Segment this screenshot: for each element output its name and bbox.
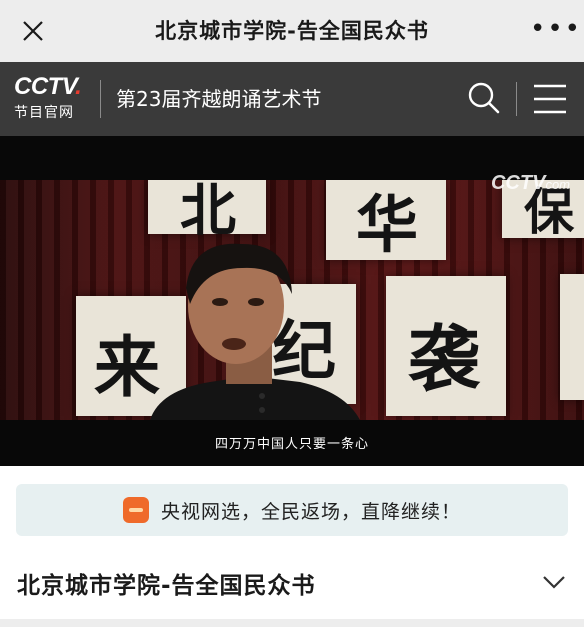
speaker-figure: [150, 243, 360, 420]
search-icon: [468, 82, 500, 114]
cctv-site-header: CCTV. 节目官网 第23届齐越朗诵艺术节: [0, 62, 584, 136]
video-subtitle: 四万万中国人只要一条心: [214, 437, 369, 452]
expand-button[interactable]: [540, 570, 568, 594]
search-button[interactable]: [466, 80, 502, 116]
page-title: 北京城市学院-告全国民众书: [155, 19, 429, 43]
chevron-down-icon: [543, 576, 565, 589]
header-divider: [100, 80, 101, 118]
video-player[interactable]: 北 华 保 来 纪 袭 CCTVcom 四万万中国人只要一条心: [0, 136, 584, 466]
logo-wordmark: CCTV: [14, 73, 76, 100]
hamburger-menu-icon: [534, 84, 566, 114]
article-title: 北京城市学院-告全国民众书: [17, 573, 316, 599]
watermark-suffix: com: [545, 177, 570, 192]
promo-text: 央视网选，全民返场，直降继续！: [160, 500, 461, 523]
banner-paper: 袭: [386, 276, 506, 416]
video-frame: 北 华 保 来 纪 袭: [0, 180, 584, 420]
cctv-shop-icon: [122, 497, 149, 523]
program-title: 第23届齐越朗诵艺术节: [116, 87, 322, 111]
banner-glyph: 北: [180, 180, 236, 244]
logo-dot: .: [75, 73, 82, 100]
watermark-text: CCTV: [490, 172, 546, 194]
cctv-logo[interactable]: CCTV. 节目官网: [14, 75, 94, 123]
top-nav-bar: 北京城市学院-告全国民众书 •••: [0, 0, 584, 62]
cctv-watermark: CCTVcom: [491, 172, 570, 195]
banner-glyph: 袭: [408, 316, 481, 401]
logo-subtitle: 节目官网: [14, 105, 74, 121]
banner-paper: [560, 274, 584, 400]
banner-paper: 北: [148, 180, 266, 244]
promo-banner[interactable]: 央视网选，全民返场，直降继续！: [16, 484, 568, 536]
bottom-divider: [0, 619, 584, 627]
more-options-button[interactable]: •••: [530, 16, 580, 42]
header-divider: [516, 82, 517, 116]
menu-button[interactable]: [532, 82, 568, 116]
